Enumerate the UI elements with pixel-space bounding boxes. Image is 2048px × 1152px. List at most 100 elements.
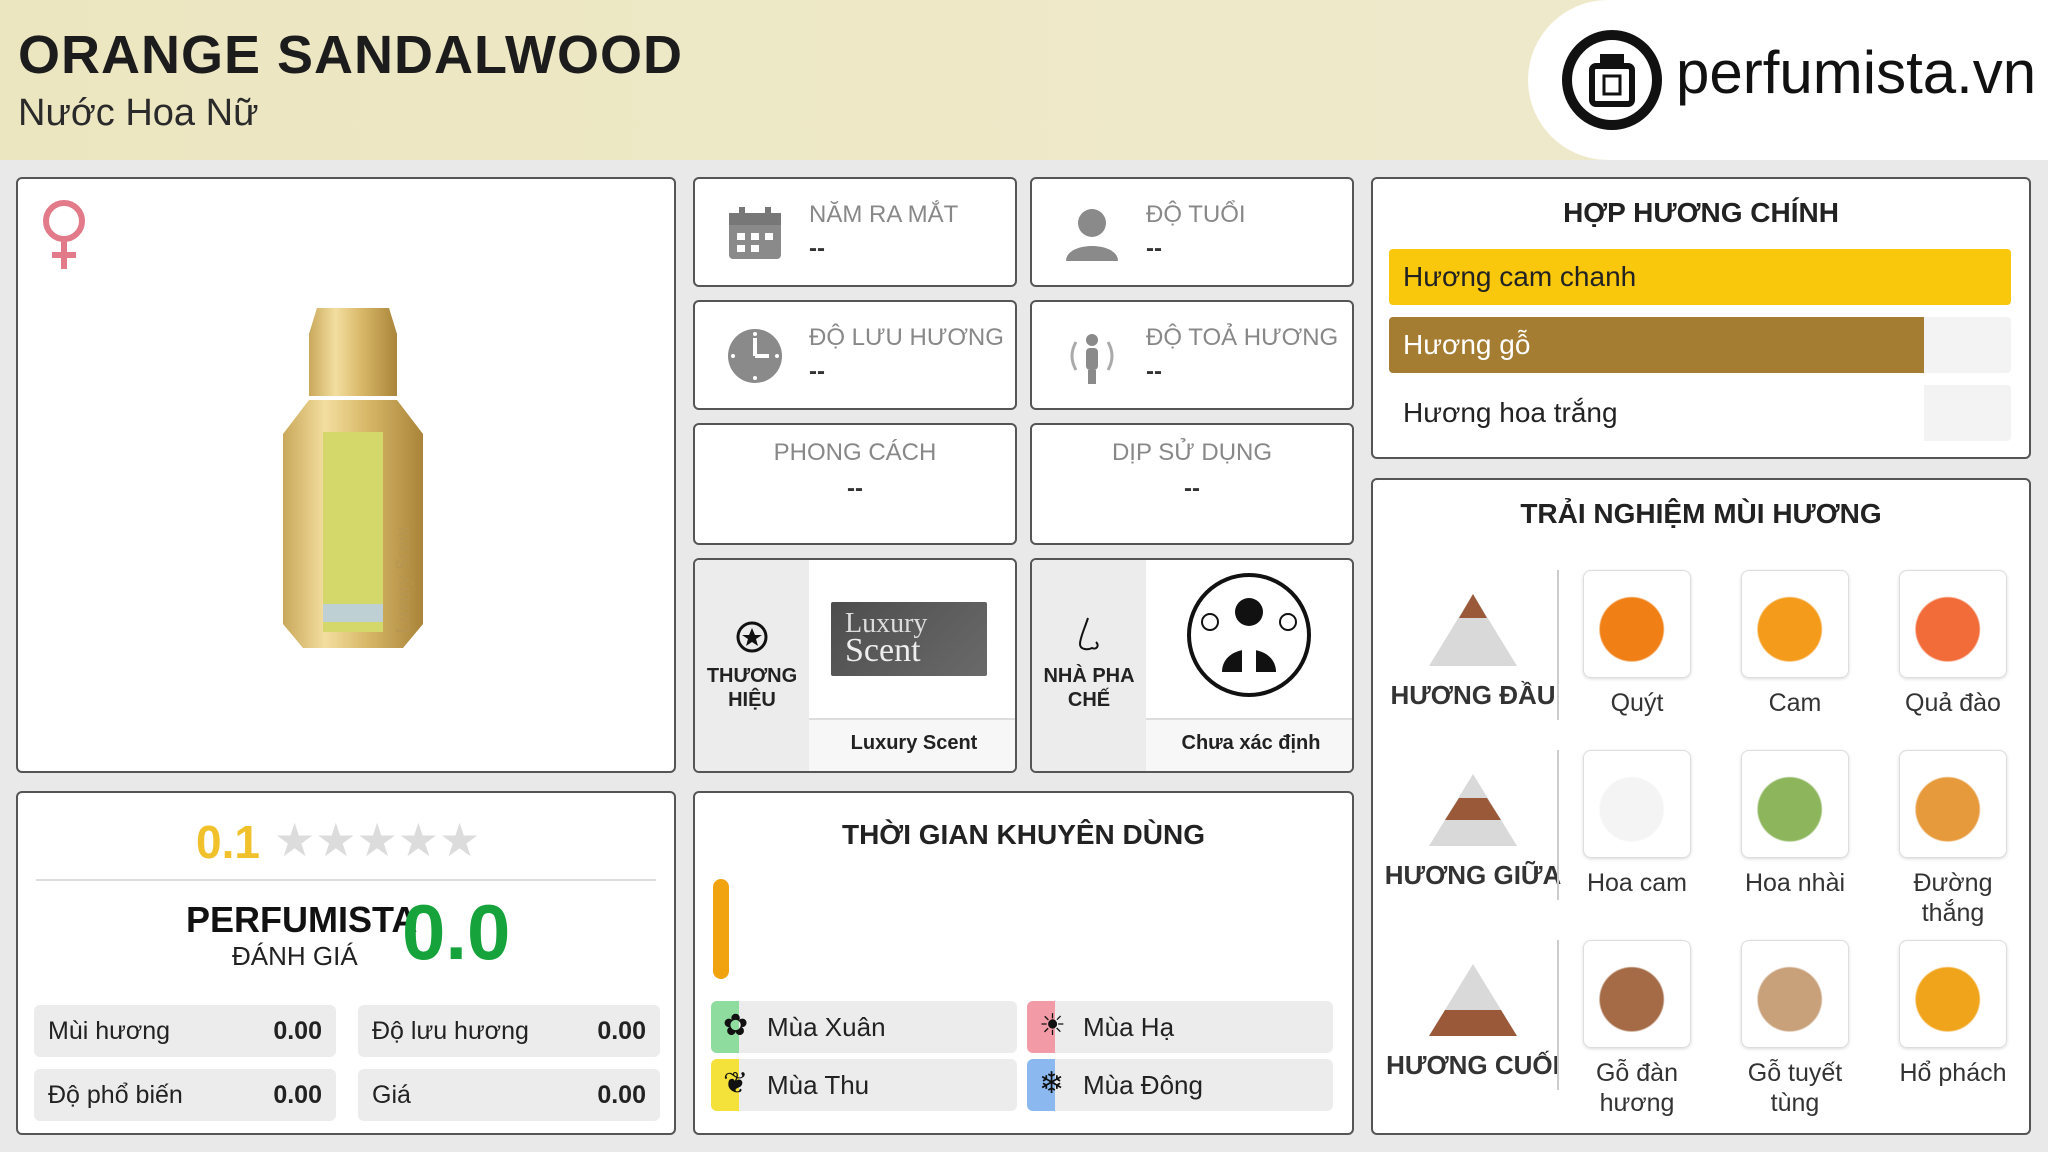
note-label: Gỗ tuyết tùng [1747,1059,1843,1117]
brand-logo-line2: Scent [845,632,921,669]
occasion-card: DỊP SỬ DỤNG -- [1030,423,1354,545]
metric-label: Độ phổ biến [48,1081,183,1109]
sillage-card: ĐỘ TOẢ HƯƠNG -- [1030,300,1354,410]
tier-divider [1557,750,1559,900]
note-image [1741,570,1849,678]
note-tier-label: HƯƠNG CUỐI [1386,1050,1560,1080]
note-tier: HƯƠNG CUỐI [1383,960,1563,1081]
tier-divider [1557,940,1559,1090]
main-accords-title: HỢP HƯƠNG CHÍNH [1563,197,1839,228]
brand-name: Luxury Scent [850,732,978,754]
clock-icon [728,329,782,383]
star-icon[interactable]: ★ [274,817,315,863]
flower-icon: ✿ [723,1009,749,1042]
note-item[interactable]: Hổ phách [1883,940,2023,1088]
star-icon[interactable]: ★ [315,817,356,863]
occasion-label: DỊP SỬ DỤNG [1111,439,1273,466]
note-image [1899,940,2007,1048]
accord-bar: Hương hoa trắng [1389,385,2011,441]
season-label: Mùa Xuân [767,1012,886,1042]
note-label: Hoa cam [1586,869,1688,897]
note-image [1583,570,1691,678]
sillage-label: ĐỘ TOẢ HƯƠNG [1146,324,1339,351]
logo-text: perfumista.vn [1676,39,2037,106]
leaf-icon: ❦ [723,1067,749,1100]
perfume-bottle-icon [1562,30,1662,130]
note-label: Hoa nhài [1744,869,1846,897]
brand-logo[interactable]: perfumista.vn [1528,0,2048,160]
perfume-bottle-image: Luxury Scent [283,308,423,648]
note-image [1583,750,1691,858]
longevity-label: ĐỘ LƯU HƯƠNG [809,324,1004,351]
note-item[interactable]: Hoa nhài [1725,750,1865,898]
product-subtitle: Nước Hoa Nữ [18,92,259,134]
note-image [1741,750,1849,858]
star-icon[interactable]: ★ [398,817,439,863]
user-icon [1066,209,1118,261]
note-item[interactable]: Quýt [1567,570,1707,718]
pyramid-icon [1429,964,1517,1036]
perfumer-label: NHÀ PHA CHẾ [1043,665,1135,711]
note-tier-label: HƯƠNG GIỮA [1384,860,1562,890]
note-item[interactable]: Hoa cam [1567,750,1707,898]
star-icon[interactable]: ★ [357,817,398,863]
pyramid-icon [1429,774,1517,846]
metric-value: 0.00 [273,1017,322,1045]
age-value: -- [1146,235,1162,262]
pyramid-icon [1429,594,1517,666]
female-icon [43,200,85,269]
note-label: Quýt [1610,689,1664,717]
age-label: ĐỘ TUỔI [1146,201,1246,228]
note-label: Quả đào [1905,689,2001,717]
usage-time-panel: THỜI GIAN KHUYÊN DÙNG ✿ Mùa Xuân ☀ Mùa Hạ ❦ M… [693,791,1354,1135]
scent-experience-panel: TRẢI NGHIỆM MÙI HƯƠNG HƯƠNG ĐẦU Quýt Cam Qu… [1371,478,2031,1135]
tier-divider [1557,570,1559,720]
rating-score: 0.1 [196,816,260,868]
metric-label: Giá [372,1081,411,1109]
rating-metric: Độ phổ biến 0.00 [34,1069,336,1121]
rating-panel: 0.1 ★★★★★ PERFUMISTA ĐÁNH GIÁ 0.0 Mùi hư… [16,791,676,1135]
sun-icon: ☀ [1039,1009,1066,1042]
star-rating[interactable]: ★★★★★ [274,817,480,863]
main-accords-panel: HỢP HƯƠNG CHÍNH Hương cam chanh Hương gỗ H… [1371,177,2031,459]
longevity-value: -- [809,358,825,385]
launch-year-card: NĂM RA MẮT -- [693,177,1017,287]
style-label: PHONG CÁCH [773,439,937,466]
note-image [1741,940,1849,1048]
season-label: Mùa Hạ [1083,1012,1175,1042]
season-spring: ✿ Mùa Xuân [711,1001,1017,1053]
note-item[interactable]: Gỗ đàn hương [1567,940,1707,1118]
star-icon[interactable]: ★ [439,817,480,863]
note-item[interactable]: Gỗ tuyết tùng [1725,940,1865,1118]
perfumer-name: Chưa xác định [1181,732,1321,754]
brand-label: THƯƠNG HIỆU [706,665,798,711]
perfumista-label: PERFUMISTA [186,899,418,940]
note-item[interactable]: Quả đào [1883,570,2023,718]
calendar-icon [729,207,781,259]
age-card: ĐỘ TUỔI -- [1030,177,1354,287]
perfumista-sublabel: ĐÁNH GIÁ [232,941,358,971]
brand-card[interactable]: THƯƠNG HIỆU Luxury Scent Luxury Scent [693,558,1017,773]
nose-icon [1078,617,1099,651]
bottle-label: Luxury Scent [392,525,414,634]
metric-value: 0.00 [273,1081,322,1109]
season-label: Mùa Đông [1083,1070,1203,1100]
longevity-card: ĐỘ LƯU HƯƠNG -- [693,300,1017,410]
perfumista-score: 0.0 [402,888,511,976]
perfumer-card[interactable]: NHÀ PHA CHẾ Chưa xác định [1030,558,1354,773]
note-item[interactable]: Cam [1725,570,1865,718]
note-item[interactable]: Đường thắng [1883,750,2023,928]
metric-label: Độ lưu hương [372,1017,529,1045]
season-label: Mùa Thu [767,1070,870,1100]
header: ORANGE SANDALWOOD Nước Hoa Nữ perfumista… [0,0,2048,160]
note-label: Đường thắng [1913,869,1993,927]
time-bar [713,879,729,979]
accord-label: Hương hoa trắng [1403,397,1618,428]
metric-value: 0.00 [597,1081,646,1109]
accord-label: Hương gỗ [1403,329,1531,360]
style-value: -- [847,475,863,502]
product-image-panel: Luxury Scent [16,177,676,773]
rating-metric: Độ lưu hương 0.00 [358,1005,660,1057]
note-image [1583,940,1691,1048]
note-label: Gỗ đàn hương [1595,1059,1678,1117]
